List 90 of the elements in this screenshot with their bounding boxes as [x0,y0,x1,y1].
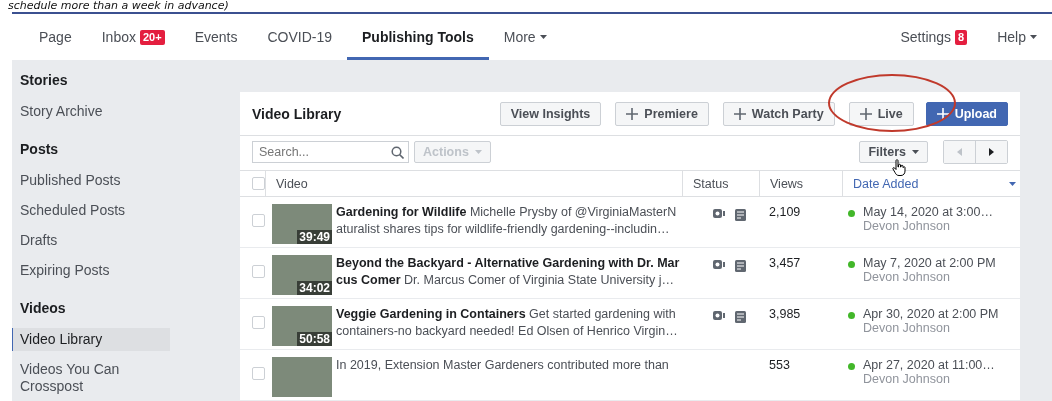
left-arrow-icon [957,148,962,156]
tab-label: COVID-19 [267,29,332,45]
column-header[interactable]: Date Added [842,170,1020,197]
nav-tab[interactable]: Events [179,17,253,60]
video-duration: 50:58 [297,332,332,346]
author-name: Devon Johnson [863,219,951,233]
video-camera-icon [713,260,725,269]
views-count: 3,985 [759,299,842,350]
nav-link[interactable]: Help [982,17,1052,60]
video-camera-icon [713,209,725,218]
video-thumbnail[interactable] [272,357,332,397]
nav-tab[interactable]: More [488,17,562,60]
column-label: Date Added [853,176,919,191]
author-name: Devon Johnson [863,372,951,386]
caret-icon [474,150,482,154]
video-caption: schedule more than a week in advance) [7,0,230,12]
video-description: Beyond the Backyard - Alternative Gardening with Dr. Marcus Comer Dr. Marcus Comer of Virginia State University j… [336,255,681,289]
date-added: Apr 30, 2020 at 2:00 PM [863,307,999,321]
section-heading: Stories [19,72,69,90]
video-thumbnail[interactable]: 39:49 [272,204,332,244]
add-button[interactable]: Watch Party [722,101,835,126]
count-badge: 8 [955,29,968,45]
video-thumbnail[interactable]: 34:02 [272,255,332,295]
sidebar-item[interactable]: Video Library [12,328,170,351]
author-name: Devon Johnson [863,321,951,335]
checkbox[interactable] [252,316,265,329]
document-icon [735,209,746,221]
next-page-button[interactable] [975,141,1007,163]
hand-cursor-icon [892,159,906,176]
plus-icon [733,107,746,120]
nav-tab[interactable]: Page [24,17,87,60]
sidebar-item[interactable]: Expiring Posts [12,259,170,282]
tab-label: Publishing Tools [362,29,474,45]
column-label: Status [693,176,729,191]
author-name: Devon Johnson [863,270,951,284]
video-camera-icon [713,311,725,320]
document-icon [735,260,746,272]
tab-label: Page [39,29,72,45]
add-button[interactable]: Premiere [615,101,709,126]
views-count: 3,457 [759,248,842,299]
checkbox[interactable] [252,367,265,380]
sidebar-item[interactable]: Scheduled Posts [12,199,170,222]
tab-label: More [503,29,536,45]
search-field[interactable]: Search... [252,141,409,163]
column-header[interactable]: Video [265,170,682,197]
plus-icon [936,107,949,120]
search-icon [391,146,404,159]
video-description: Veggie Gardening in Containers Get started gardening with containers-no backyard needed! Ed Olsen of Henrico Virgin… [336,306,679,340]
checkbox[interactable] [252,214,265,227]
views-count: 553 [759,350,842,401]
video-duration: 34:02 [297,281,332,295]
plus-icon [626,107,639,120]
count-badge: 20+ [139,29,165,45]
sidebar-item[interactable]: Story Archive [12,100,170,123]
panel-title: Video Library [252,105,343,122]
filters-dropdown[interactable]: Filters [859,141,928,163]
add-button[interactable]: Live [848,101,914,126]
video-duration: 39:49 [297,230,332,244]
column-header[interactable]: Views [759,170,842,197]
upload-button[interactable]: Upload [925,101,1008,126]
video-description: Gardening for Wildlife Michelle Prysby of @VirginiaMasterNaturalist shares tips for wildlife-friendly gardening--includin… [336,204,678,238]
plus-icon [859,107,872,120]
nav-label: Help [997,29,1026,45]
nav-tab[interactable]: COVID-19 [252,17,347,60]
nav-label: Settings [900,29,952,45]
caret-icon [912,150,919,154]
column-header[interactable]: Status [682,170,759,197]
section-heading: Videos [19,300,67,318]
column-label: Video [276,176,308,191]
view-insights-button[interactable]: View Insights [499,101,602,126]
nav-tab[interactable]: Inbox 20+ [86,17,180,60]
checkbox[interactable] [252,177,265,190]
video-description: In 2019, Extension Master Gardeners contributed more than [336,357,670,374]
video-thumbnail[interactable]: 50:58 [272,306,332,346]
date-added: May 7, 2020 at 2:00 PM [863,256,996,270]
nav-link[interactable]: Settings 8 [885,17,983,60]
right-arrow-icon [989,148,994,156]
checkbox[interactable] [252,265,265,278]
sort-caret-icon [1009,181,1016,186]
tab-label: Inbox [101,29,136,45]
views-count: 2,109 [759,197,842,248]
tab-label: Events [194,29,238,45]
sidebar-item[interactable]: Videos You Can Crosspost [12,358,170,398]
sidebar-item[interactable]: Published Posts [12,169,170,192]
column-label: Views [770,176,804,191]
section-heading: Posts [19,141,60,159]
sidebar-item[interactable]: Drafts [12,229,170,252]
date-added: Apr 27, 2020 at 11:00… [863,358,995,372]
date-added: May 14, 2020 at 3:00… [863,205,993,219]
document-icon [735,311,746,323]
